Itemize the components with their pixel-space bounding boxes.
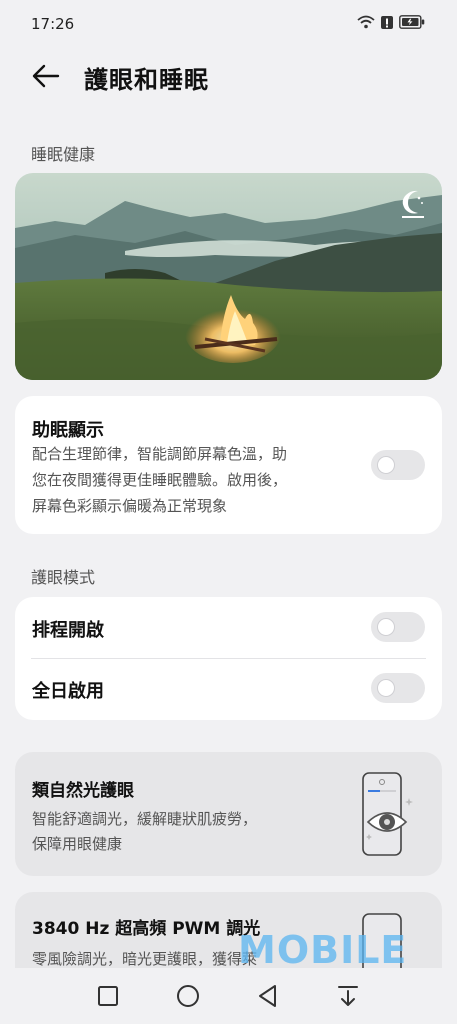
sleep-display-description-line: 配合生理節律，智能調節屏幕色溫，助 [32,445,288,463]
campfire-landscape-image [15,173,442,380]
schedule-label: 排程開啟 [32,620,104,641]
natural-light-description-line: 保障用眼健康 [32,835,123,853]
page-title: 護眼和睡眠 [84,66,209,94]
all-day-label: 全日啟用 [32,681,104,702]
moon-icon [402,190,424,218]
toggle-knob [377,456,395,474]
system-nav-bar [0,968,457,1024]
sleep-display-title: 助眠顯示 [32,420,104,441]
natural-light-description-line: 智能舒適調光，緩解睫狀肌疲勞， [32,810,258,828]
header: 護眼和睡眠 [0,52,457,100]
status-icons [357,14,425,30]
all-day-toggle[interactable] [371,673,425,703]
schedule-row[interactable]: 排程開啟 [15,597,442,658]
pwm-title: 3840 Hz 超高頻 PWM 調光 [32,919,261,939]
home-icon[interactable] [174,982,202,1010]
schedule-toggle[interactable] [371,612,425,642]
all-day-row[interactable]: 全日啟用 [15,659,442,720]
toggle-knob [377,618,395,636]
eye-mode-card: 排程開啟 全日啟用 [15,597,442,720]
sleep-display-description-line: 屏幕色彩顯示偏暖為正常現象 [32,497,228,515]
sleep-display-toggle[interactable] [371,450,425,480]
sleep-hero-image[interactable] [15,173,442,380]
watermark-text: MOBILE [238,928,408,972]
sleep-display-card: 助眠顯示 配合生理節律，智能調節屏幕色溫，助 您在夜間獲得更佳睡眠體驗。啟用後，… [15,396,442,534]
natural-light-title: 類自然光護眼 [32,781,134,801]
section-label-sleep-health: 睡眠健康 [31,145,96,164]
back-arrow-icon[interactable] [30,60,62,92]
sleep-display-description-line: 您在夜間獲得更佳睡眠體驗。啟用後， [32,471,288,489]
natural-light-promo-card[interactable]: 類自然光護眼 智能舒適調光，緩解睫狀肌疲勞， 保障用眼健康 [15,752,442,876]
status-bar: 17:26 [0,0,457,48]
phone-eye-illustration-icon [362,772,413,856]
status-time: 17:26 [31,15,75,33]
section-label-eye-mode: 護眼模式 [31,568,96,587]
alert-icon [381,16,393,29]
notification-pull-down-icon[interactable] [334,982,362,1010]
battery-icon [399,15,425,29]
back-triangle-icon[interactable] [254,982,282,1010]
toggle-knob [377,679,395,697]
sleep-display-description: 配合生理節律，智能調節屏幕色溫，助 您在夜間獲得更佳睡眠體驗。啟用後， 屏幕色彩… [32,441,362,519]
wifi-icon [357,15,375,29]
natural-light-description: 智能舒適調光，緩解睫狀肌疲勞， 保障用眼健康 [32,807,257,857]
recent-apps-icon[interactable] [94,982,122,1010]
